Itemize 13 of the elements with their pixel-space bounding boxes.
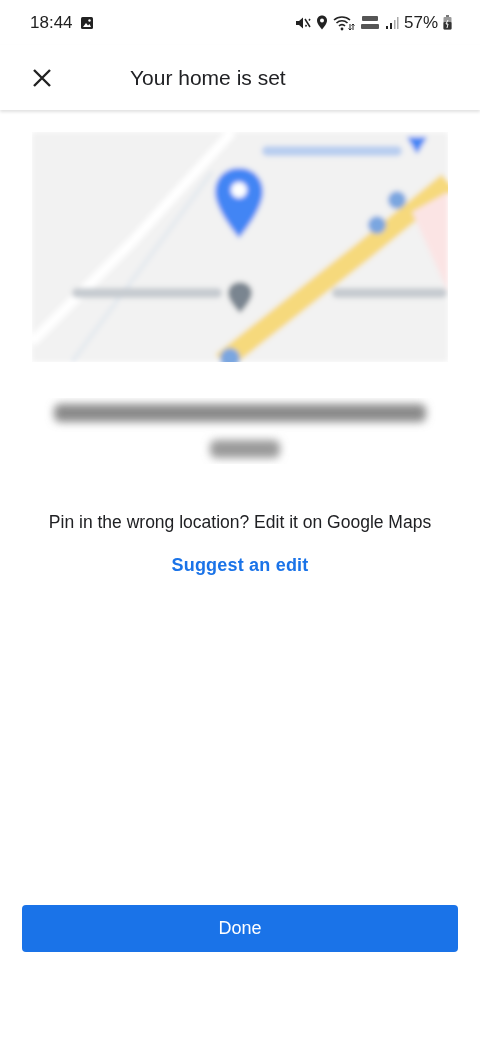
wifi-icon bbox=[332, 14, 355, 31]
signal-icon bbox=[384, 15, 399, 30]
battery-icon bbox=[443, 15, 452, 30]
image-icon bbox=[79, 15, 94, 30]
mute-icon bbox=[294, 15, 311, 30]
edit-hint-text: Pin in the wrong location? Edit it on Google Maps bbox=[48, 512, 432, 533]
location-icon bbox=[315, 15, 328, 30]
suggest-edit-link[interactable]: Suggest an edit bbox=[171, 555, 309, 576]
close-icon[interactable] bbox=[32, 67, 52, 88]
page-title: Your home is set bbox=[130, 65, 286, 90]
status-time: 18:44 bbox=[30, 12, 73, 33]
done-button[interactable]: Done bbox=[22, 905, 458, 952]
battery-percentage: 57% bbox=[403, 12, 438, 33]
